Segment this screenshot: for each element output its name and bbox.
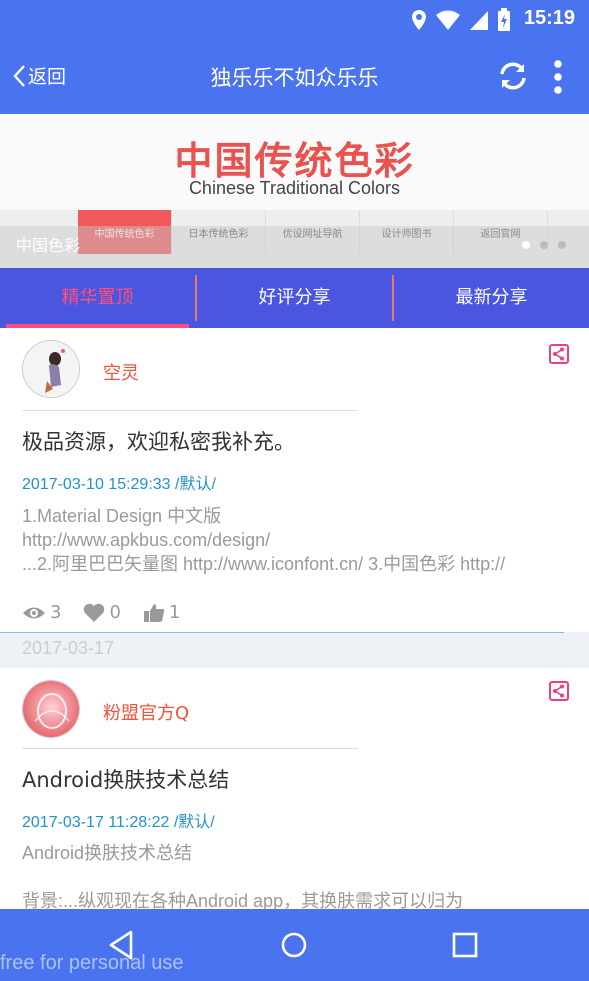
author-name[interactable]: 空灵	[103, 359, 139, 385]
post-card[interactable]: 粉盟官方Q Android换肤技术总结 2017-03-17 11:28:22 …	[0, 668, 589, 911]
heart-icon	[84, 603, 105, 622]
status-icons	[411, 8, 511, 32]
post-stats: 3 0 1	[22, 602, 180, 623]
carousel-dot[interactable]	[540, 241, 548, 249]
excerpt-line: http://www.apkbus.com/design/	[22, 530, 271, 550]
banner-carousel[interactable]: 中国传统色彩 Chinese Traditional Colors 中国传统色彩…	[0, 114, 589, 268]
post-card[interactable]: 空灵 极品资源，欢迎私密我补充。 2017-03-10 15:29:33 /默认…	[0, 328, 589, 632]
post-title[interactable]: 极品资源，欢迎私密我补充。	[22, 426, 295, 456]
post-excerpt: Android换肤技术总结 背景:...纵观现在各种Android app，其换…	[22, 841, 589, 913]
location-icon	[412, 10, 426, 30]
home-circle-icon[interactable]	[276, 927, 312, 963]
carousel-dot[interactable]	[558, 241, 566, 249]
excerpt-line: ...2.阿里巴巴矢量图 http://www.iconfont.cn/ 3.中…	[22, 554, 506, 574]
carousel-indicator	[522, 241, 566, 249]
more-vert-icon[interactable]	[548, 58, 568, 96]
views-count: 3	[50, 602, 62, 623]
date-label: 2017-03-17	[22, 638, 115, 658]
battery-icon	[498, 8, 510, 31]
likes-stat[interactable]: 0	[83, 602, 121, 623]
divider	[22, 748, 358, 749]
likes-count: 0	[109, 602, 121, 623]
status-bar: 15:19	[0, 0, 589, 40]
tab-featured[interactable]: 精华置顶	[0, 268, 195, 328]
separator-line	[0, 632, 564, 633]
banner-caption-bar	[0, 226, 589, 268]
author-name[interactable]: 粉盟官方Q	[103, 699, 189, 725]
excerpt-line: Android换肤技术总结	[22, 843, 193, 863]
watermark: free for personal use	[0, 952, 184, 974]
views-stat: 3	[22, 602, 61, 623]
banner-caption: 中国色彩	[16, 236, 81, 255]
banner-title: 中国传统色彩	[174, 139, 415, 183]
banner-subtitle: Chinese Traditional Colors	[188, 178, 401, 198]
wifi-icon	[436, 10, 460, 30]
avatar[interactable]	[22, 680, 80, 738]
post-title[interactable]: Android换肤技术总结	[22, 764, 229, 794]
date-separator: 2017-03-17	[0, 632, 589, 668]
post-meta: 2017-03-17 11:28:22 /默认/	[22, 814, 215, 831]
refresh-icon[interactable]	[495, 58, 531, 94]
thumbs-up-icon	[143, 603, 165, 622]
tab-bar: 精华置顶 好评分享 最新分享	[0, 268, 589, 328]
excerpt-line	[22, 865, 589, 889]
avatar-image	[23, 341, 79, 397]
post-excerpt: 1.Material Design 中文版 http://www.apkbus.…	[22, 504, 589, 576]
tab-latest[interactable]: 最新分享	[394, 268, 589, 328]
post-meta: 2017-03-10 15:29:33 /默认/	[22, 476, 216, 493]
excerpt-line: 1.Material Design 中文版	[22, 506, 222, 526]
tab-top-rated[interactable]: 好评分享	[197, 268, 392, 328]
share-button[interactable]	[549, 344, 569, 364]
avatar-image	[23, 681, 79, 737]
thumbs-stat[interactable]: 1	[143, 602, 180, 623]
signal-icon	[470, 11, 488, 30]
share-icon	[553, 684, 564, 698]
recents-square-icon[interactable]	[447, 927, 483, 963]
divider	[22, 410, 358, 411]
clock: 15:19	[523, 7, 575, 29]
app-bar: 返回 独乐乐不如众乐乐	[0, 40, 589, 114]
thumbs-count: 1	[168, 602, 181, 623]
eye-icon	[23, 607, 45, 618]
avatar[interactable]	[22, 340, 80, 398]
share-icon	[553, 347, 564, 361]
carousel-dot[interactable]	[522, 241, 530, 249]
share-button[interactable]	[549, 681, 569, 701]
